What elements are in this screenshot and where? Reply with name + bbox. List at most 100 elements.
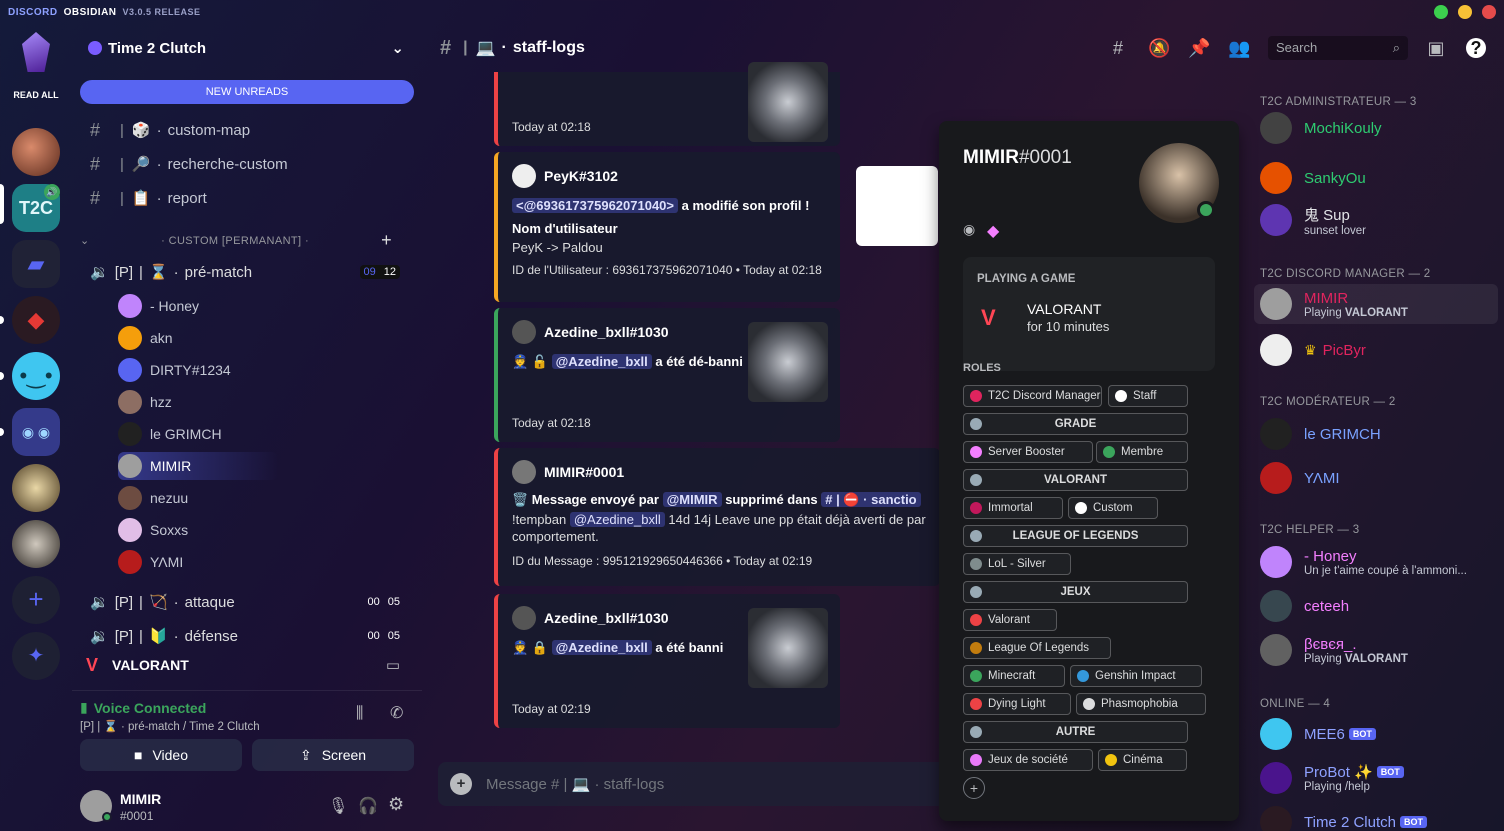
explore-icon[interactable]: ✦ — [12, 632, 60, 680]
role-tag[interactable]: Dying Light — [963, 693, 1071, 715]
category-custom-permanant[interactable]: ⌄ · CUSTOM [PERMANANT] · + — [80, 230, 414, 252]
video-button[interactable]: ■ Video — [80, 739, 242, 771]
voice-member[interactable]: nezuu — [118, 484, 278, 512]
microphone-icon[interactable]: 🎙 — [328, 796, 348, 816]
user-mention[interactable]: @Azedine_bxll — [551, 640, 652, 655]
inbox-icon[interactable]: ▣ — [1426, 38, 1446, 58]
thumbnail-image[interactable] — [748, 322, 828, 402]
mute-bell-icon[interactable]: 🔕 — [1148, 38, 1170, 58]
role-tag[interactable]: Cinéma — [1098, 749, 1187, 771]
add-role-button[interactable]: + — [963, 777, 985, 799]
user-mention[interactable]: <@693617375962071040> — [512, 198, 678, 213]
channel-recherche-custom[interactable]: # | 🔎 · recherche-custom — [90, 150, 288, 178]
search-input[interactable]: Search ⌕ — [1268, 36, 1408, 60]
monitor-icon[interactable]: ▭ — [386, 656, 400, 674]
server-icon-1[interactable] — [12, 128, 60, 176]
member-item[interactable]: - Honey Un je t'aime coupé à l'ammoni... — [1260, 542, 1496, 582]
voice-member-self[interactable]: MIMIR — [118, 452, 278, 480]
voice-member[interactable]: DIRTY#1234 — [118, 356, 278, 384]
voice-member[interactable]: ΥΛΜΙ — [118, 548, 278, 576]
screen-share-button[interactable]: ⇪ Screen — [252, 739, 414, 771]
member-item[interactable]: βєвєя_. Playing VALORANT — [1260, 630, 1496, 670]
role-tag[interactable]: Phasmophobia — [1076, 693, 1206, 715]
read-all-button[interactable]: READ ALL — [6, 90, 66, 100]
pin-icon[interactable]: 📌 — [1188, 38, 1210, 58]
role-section-header[interactable]: AUTRE — [963, 721, 1188, 743]
channel-report[interactable]: # | 📋 · report — [90, 184, 207, 212]
gear-icon[interactable]: ⚙ — [388, 794, 404, 815]
username[interactable]: MIMIR — [120, 791, 161, 807]
minimize-button[interactable] — [1458, 5, 1472, 19]
member-item[interactable]: ProBot ✨ BOT Playing /help — [1260, 758, 1496, 798]
message-input[interactable]: Message # | 💻 · staff-logs — [486, 775, 664, 793]
activity-game[interactable]: V VALORANT ▭ — [80, 650, 414, 680]
member-item-selected[interactable]: MIMIR Playing VALORANT — [1254, 284, 1498, 324]
server-icon-6[interactable] — [12, 464, 60, 512]
user-mention[interactable]: @Azedine_bxll — [551, 354, 652, 369]
member-item[interactable]: MEE6 BOT — [1260, 714, 1496, 754]
noise-suppression-icon[interactable]: ⫼ — [356, 705, 363, 723]
maximize-button[interactable] — [1434, 5, 1448, 19]
embed-author[interactable]: PeyK#3102 — [512, 164, 826, 188]
create-channel-icon[interactable]: + — [381, 230, 392, 251]
member-item[interactable]: SankyOu — [1260, 158, 1496, 198]
member-item[interactable]: ceteeh — [1260, 586, 1496, 626]
role-section-header[interactable]: LEAGUE OF LEGENDS — [963, 525, 1188, 547]
role-tag[interactable]: League Of Legends — [963, 637, 1111, 659]
member-item[interactable]: ΥΛΜΙ — [1260, 458, 1496, 498]
server-icon-4[interactable]: •‿• — [12, 352, 60, 400]
headphones-icon[interactable]: 🎧 — [358, 796, 378, 816]
server-icon-7[interactable] — [12, 520, 60, 568]
role-section-header[interactable]: GRADE — [963, 413, 1188, 435]
thumbnail-image[interactable] — [748, 608, 828, 688]
add-server-button[interactable]: + — [12, 576, 60, 624]
channel-custom-map[interactable]: # | 🎲 · custom-map — [90, 116, 250, 144]
server-folder-icon[interactable]: ◉ ◉ — [12, 408, 60, 456]
voice-channel-path[interactable]: [P] | ⌛ · pré-match / Time 2 Clutch — [80, 719, 260, 733]
members-icon[interactable]: 👥 — [1228, 38, 1250, 58]
voice-member[interactable]: akn — [118, 324, 278, 352]
user-mention[interactable]: @Azedine_bxll — [569, 512, 665, 527]
voice-member[interactable]: - Honey — [118, 292, 278, 320]
thumbnail-image[interactable] — [748, 62, 828, 142]
voice-channel-pre-match[interactable]: 🔉 [P] | ⌛ · pré-match 09 12 — [90, 258, 400, 286]
role-tag[interactable]: Staff — [1108, 385, 1188, 407]
voice-member[interactable]: le GRIMCH — [118, 420, 278, 448]
member-item[interactable]: le GRIMCH — [1260, 414, 1496, 454]
threads-icon[interactable]: # — [1108, 38, 1128, 58]
member-item[interactable]: ♛ PicByr — [1260, 330, 1496, 370]
role-tag[interactable]: T2C Discord Manager — [963, 385, 1102, 407]
role-section-header[interactable]: JEUX — [963, 581, 1188, 603]
member-item[interactable]: 鬼 Sup sunset lover — [1260, 200, 1496, 240]
disconnect-icon[interactable]: ✆ — [390, 703, 403, 723]
new-unreads-banner[interactable]: NEW UNREADS — [80, 80, 414, 104]
user-mention[interactable]: @MIMIR — [662, 492, 722, 507]
role-tag[interactable]: Genshin Impact — [1070, 665, 1202, 687]
home-logo-icon[interactable] — [22, 32, 50, 72]
role-tag[interactable]: Immortal — [963, 497, 1063, 519]
channel-mention[interactable]: # | ⛔ · sanctio — [821, 492, 921, 507]
voice-member[interactable]: Soxxs — [118, 516, 278, 544]
profile-thumbnail[interactable] — [856, 166, 938, 246]
help-icon[interactable]: ? — [1466, 38, 1486, 58]
member-item[interactable]: MochiKouly — [1260, 108, 1496, 148]
role-tag[interactable]: Valorant — [963, 609, 1057, 631]
close-button[interactable] — [1482, 5, 1496, 19]
folder-icon[interactable]: ▰ — [12, 240, 60, 288]
role-tag[interactable]: Minecraft — [963, 665, 1065, 687]
server-icon-3[interactable]: ◆ — [12, 296, 60, 344]
embed-author[interactable]: MIMIR#0001 — [512, 460, 926, 484]
voice-channel-attaque[interactable]: 🔉 [P] | 🏹 · attaque 00 05 — [90, 588, 400, 616]
role-section-header[interactable]: VALORANT — [963, 469, 1188, 491]
voice-channel-defense[interactable]: 🔉 [P] | 🔰 · défense 00 05 — [90, 622, 400, 650]
role-tag[interactable]: LoL - Silver — [963, 553, 1071, 575]
voice-member[interactable]: hzz — [118, 388, 278, 416]
role-tag[interactable]: Server Booster — [963, 441, 1093, 463]
add-attachment-icon[interactable]: + — [450, 773, 472, 795]
member-item[interactable]: Time 2 Clutch BOT — [1260, 802, 1496, 831]
voice-status[interactable]: Voice Connected — [94, 700, 207, 716]
role-tag[interactable]: Custom — [1068, 497, 1158, 519]
guild-header[interactable]: Time 2 Clutch ⌄ — [72, 24, 422, 72]
role-tag[interactable]: Membre — [1096, 441, 1188, 463]
role-tag[interactable]: Jeux de société — [963, 749, 1093, 771]
